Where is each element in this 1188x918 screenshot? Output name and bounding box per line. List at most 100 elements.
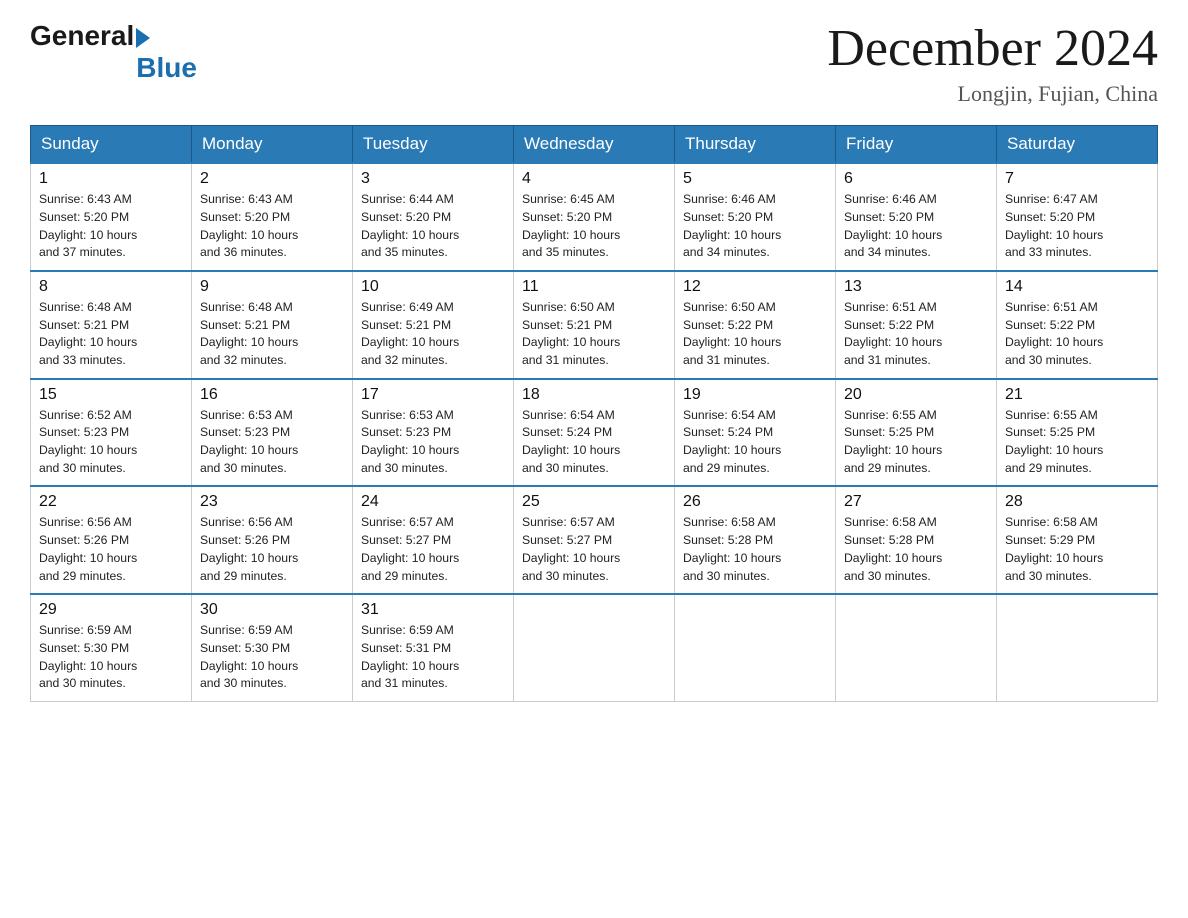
calendar-day-cell: 9 Sunrise: 6:48 AM Sunset: 5:21 PM Daylig… [192, 271, 353, 379]
calendar-day-cell [514, 594, 675, 701]
calendar-day-cell: 8 Sunrise: 6:48 AM Sunset: 5:21 PM Daylig… [31, 271, 192, 379]
calendar-day-cell: 30 Sunrise: 6:59 AM Sunset: 5:30 PM Dayli… [192, 594, 353, 701]
calendar-table: SundayMondayTuesdayWednesdayThursdayFrid… [30, 125, 1158, 702]
day-number: 30 [200, 601, 344, 619]
day-number: 26 [683, 493, 827, 511]
day-number: 21 [1005, 386, 1149, 404]
calendar-day-cell: 4 Sunrise: 6:45 AM Sunset: 5:20 PM Daylig… [514, 163, 675, 271]
day-number: 31 [361, 601, 505, 619]
day-info: Sunrise: 6:56 AM Sunset: 5:26 PM Dayligh… [39, 514, 183, 585]
calendar-day-cell: 18Sunrise: 6:54 AM Sunset: 5:24 PM Dayli… [514, 379, 675, 487]
calendar-day-cell: 11Sunrise: 6:50 AM Sunset: 5:21 PM Dayli… [514, 271, 675, 379]
day-number: 3 [361, 170, 505, 188]
calendar-day-cell: 14 Sunrise: 6:51 AM Sunset: 5:22 PM Dayli… [997, 271, 1158, 379]
header-saturday: Saturday [997, 126, 1158, 164]
calendar-week-row: 8 Sunrise: 6:48 AM Sunset: 5:21 PM Daylig… [31, 271, 1158, 379]
day-info: Sunrise: 6:50 AM Sunset: 5:21 PM Dayligh… [522, 299, 666, 370]
day-number: 10 [361, 278, 505, 296]
calendar-day-cell: 17 Sunrise: 6:53 AM Sunset: 5:23 PM Dayli… [353, 379, 514, 487]
day-number: 15 [39, 386, 183, 404]
day-number: 1 [39, 170, 183, 188]
calendar-day-cell: 1 Sunrise: 6:43 AM Sunset: 5:20 PM Daylig… [31, 163, 192, 271]
day-number: 9 [200, 278, 344, 296]
day-number: 27 [844, 493, 988, 511]
day-number: 24 [361, 493, 505, 511]
header-friday: Friday [836, 126, 997, 164]
calendar-day-cell: 10 Sunrise: 6:49 AM Sunset: 5:21 PM Dayli… [353, 271, 514, 379]
location: Longjin, Fujian, China [827, 81, 1158, 107]
day-info: Sunrise: 6:55 AM Sunset: 5:25 PM Dayligh… [1005, 407, 1149, 478]
calendar-day-cell: 28 Sunrise: 6:58 AM Sunset: 5:29 PM Dayli… [997, 486, 1158, 594]
day-info: Sunrise: 6:57 AM Sunset: 5:27 PM Dayligh… [361, 514, 505, 585]
day-number: 17 [361, 386, 505, 404]
calendar-day-cell: 24 Sunrise: 6:57 AM Sunset: 5:27 PM Dayli… [353, 486, 514, 594]
day-number: 19 [683, 386, 827, 404]
month-title: December 2024 [827, 20, 1158, 77]
calendar-day-cell: 2 Sunrise: 6:43 AM Sunset: 5:20 PM Daylig… [192, 163, 353, 271]
calendar-day-cell: 22 Sunrise: 6:56 AM Sunset: 5:26 PM Dayli… [31, 486, 192, 594]
day-number: 5 [683, 170, 827, 188]
header-monday: Monday [192, 126, 353, 164]
day-info: Sunrise: 6:58 AM Sunset: 5:28 PM Dayligh… [683, 514, 827, 585]
calendar-day-cell: 20 Sunrise: 6:55 AM Sunset: 5:25 PM Dayli… [836, 379, 997, 487]
calendar-day-cell: 7 Sunrise: 6:47 AM Sunset: 5:20 PM Daylig… [997, 163, 1158, 271]
day-info: Sunrise: 6:53 AM Sunset: 5:23 PM Dayligh… [361, 407, 505, 478]
day-info: Sunrise: 6:58 AM Sunset: 5:29 PM Dayligh… [1005, 514, 1149, 585]
header-tuesday: Tuesday [353, 126, 514, 164]
calendar-day-cell: 15 Sunrise: 6:52 AM Sunset: 5:23 PM Dayli… [31, 379, 192, 487]
day-info: Sunrise: 6:55 AM Sunset: 5:25 PM Dayligh… [844, 407, 988, 478]
day-info: Sunrise: 6:46 AM Sunset: 5:20 PM Dayligh… [683, 191, 827, 262]
calendar-day-cell: 27 Sunrise: 6:58 AM Sunset: 5:28 PM Dayli… [836, 486, 997, 594]
day-info: Sunrise: 6:44 AM Sunset: 5:20 PM Dayligh… [361, 191, 505, 262]
logo-general-text: General [30, 20, 134, 52]
day-number: 7 [1005, 170, 1149, 188]
day-info: Sunrise: 6:54 AM Sunset: 5:24 PM Dayligh… [522, 407, 666, 478]
calendar-day-cell: 13Sunrise: 6:51 AM Sunset: 5:22 PM Dayli… [836, 271, 997, 379]
day-info: Sunrise: 6:52 AM Sunset: 5:23 PM Dayligh… [39, 407, 183, 478]
day-number: 2 [200, 170, 344, 188]
day-number: 4 [522, 170, 666, 188]
logo-arrow-icon [136, 28, 150, 48]
day-number: 8 [39, 278, 183, 296]
logo-blue-text: Blue [136, 52, 197, 84]
day-number: 16 [200, 386, 344, 404]
day-number: 6 [844, 170, 988, 188]
calendar-week-row: 22 Sunrise: 6:56 AM Sunset: 5:26 PM Dayli… [31, 486, 1158, 594]
day-info: Sunrise: 6:43 AM Sunset: 5:20 PM Dayligh… [200, 191, 344, 262]
header-thursday: Thursday [675, 126, 836, 164]
logo: General General Blue [30, 20, 197, 84]
calendar-header-row: SundayMondayTuesdayWednesdayThursdayFrid… [31, 126, 1158, 164]
calendar-day-cell: 19 Sunrise: 6:54 AM Sunset: 5:24 PM Dayli… [675, 379, 836, 487]
day-info: Sunrise: 6:51 AM Sunset: 5:22 PM Dayligh… [1005, 299, 1149, 370]
calendar-day-cell: 23Sunrise: 6:56 AM Sunset: 5:26 PM Dayli… [192, 486, 353, 594]
day-info: Sunrise: 6:45 AM Sunset: 5:20 PM Dayligh… [522, 191, 666, 262]
header-sunday: Sunday [31, 126, 192, 164]
day-info: Sunrise: 6:58 AM Sunset: 5:28 PM Dayligh… [844, 514, 988, 585]
day-number: 20 [844, 386, 988, 404]
calendar-day-cell [836, 594, 997, 701]
day-info: Sunrise: 6:56 AM Sunset: 5:26 PM Dayligh… [200, 514, 344, 585]
calendar-day-cell: 31Sunrise: 6:59 AM Sunset: 5:31 PM Dayli… [353, 594, 514, 701]
calendar-day-cell: 29 Sunrise: 6:59 AM Sunset: 5:30 PM Dayli… [31, 594, 192, 701]
day-info: Sunrise: 6:43 AM Sunset: 5:20 PM Dayligh… [39, 191, 183, 262]
day-info: Sunrise: 6:59 AM Sunset: 5:30 PM Dayligh… [200, 622, 344, 693]
header-wednesday: Wednesday [514, 126, 675, 164]
day-info: Sunrise: 6:48 AM Sunset: 5:21 PM Dayligh… [200, 299, 344, 370]
day-number: 25 [522, 493, 666, 511]
calendar-day-cell: 12Sunrise: 6:50 AM Sunset: 5:22 PM Dayli… [675, 271, 836, 379]
day-info: Sunrise: 6:48 AM Sunset: 5:21 PM Dayligh… [39, 299, 183, 370]
day-info: Sunrise: 6:57 AM Sunset: 5:27 PM Dayligh… [522, 514, 666, 585]
calendar-week-row: 29 Sunrise: 6:59 AM Sunset: 5:30 PM Dayli… [31, 594, 1158, 701]
day-info: Sunrise: 6:47 AM Sunset: 5:20 PM Dayligh… [1005, 191, 1149, 262]
calendar-day-cell: 6Sunrise: 6:46 AM Sunset: 5:20 PM Daylig… [836, 163, 997, 271]
calendar-day-cell [675, 594, 836, 701]
day-info: Sunrise: 6:59 AM Sunset: 5:30 PM Dayligh… [39, 622, 183, 693]
calendar-day-cell: 3 Sunrise: 6:44 AM Sunset: 5:20 PM Daylig… [353, 163, 514, 271]
day-info: Sunrise: 6:54 AM Sunset: 5:24 PM Dayligh… [683, 407, 827, 478]
day-info: Sunrise: 6:49 AM Sunset: 5:21 PM Dayligh… [361, 299, 505, 370]
day-number: 28 [1005, 493, 1149, 511]
day-number: 29 [39, 601, 183, 619]
day-number: 22 [39, 493, 183, 511]
day-number: 14 [1005, 278, 1149, 296]
day-info: Sunrise: 6:51 AM Sunset: 5:22 PM Dayligh… [844, 299, 988, 370]
